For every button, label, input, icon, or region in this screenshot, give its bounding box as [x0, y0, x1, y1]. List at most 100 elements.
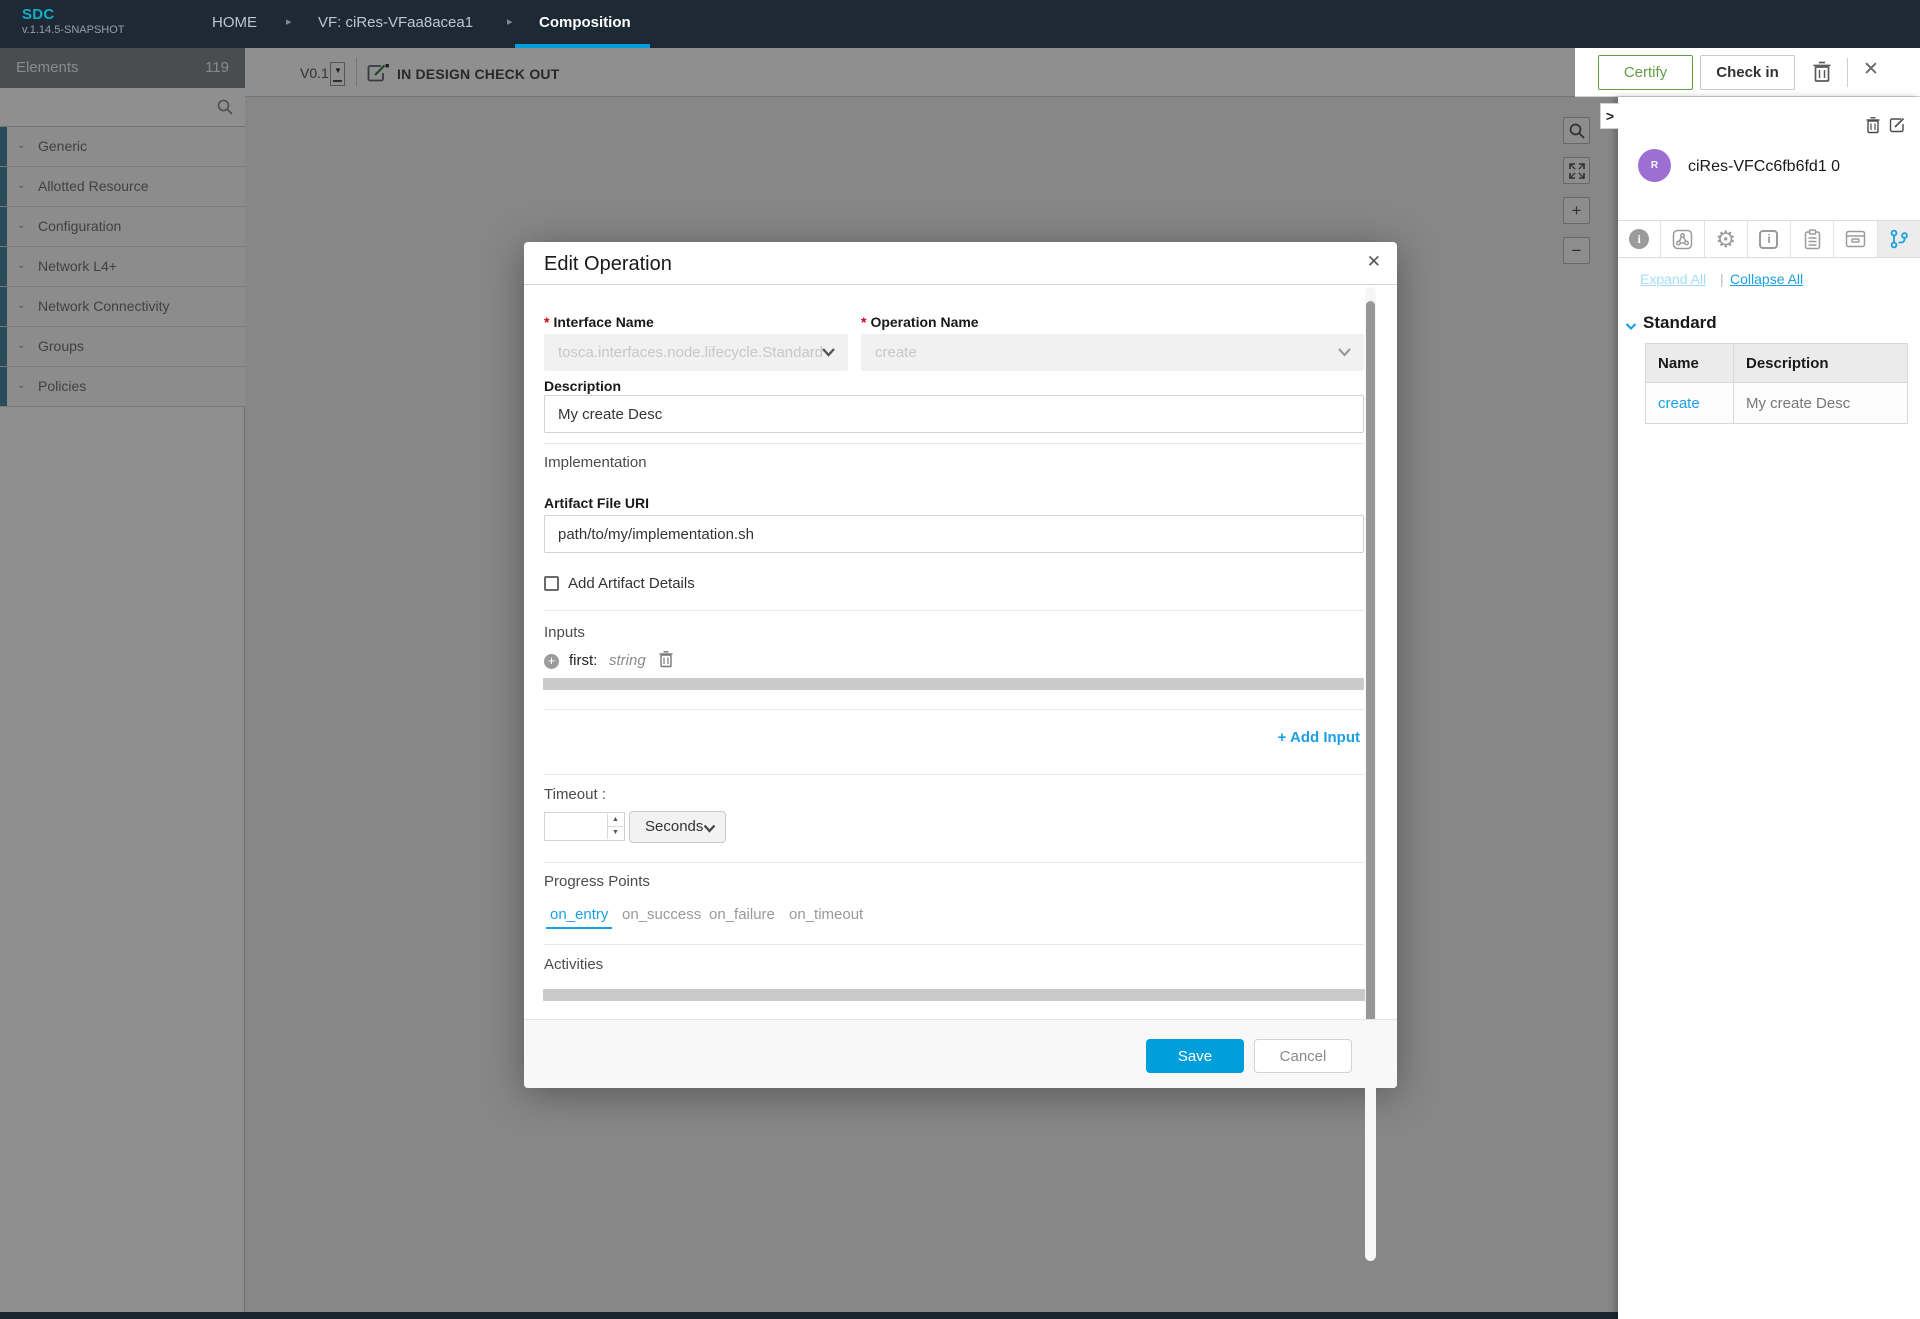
operations-table: Name Description create My create Desc	[1645, 343, 1908, 424]
tab-on-timeout[interactable]: on_timeout	[789, 906, 863, 923]
modal-scrollbar-thumb[interactable]	[1366, 301, 1375, 1026]
operation-name-link[interactable]: create	[1646, 383, 1734, 424]
operation-description: My create Desc	[1734, 383, 1908, 424]
trash-icon	[1812, 61, 1832, 83]
close-icon[interactable]: ✕	[1863, 58, 1879, 81]
sdc-version: v.1.14.5-SNAPSHOT	[22, 24, 125, 36]
clipboard-icon	[1804, 229, 1821, 250]
trash-icon	[1866, 117, 1880, 134]
delete-input-button[interactable]	[659, 651, 673, 668]
panel-collapse-button[interactable]: >	[1600, 103, 1619, 129]
chevron-down-icon	[821, 347, 836, 358]
interface-name-value: tosca.interfaces.node.lifecycle.Standard	[558, 344, 823, 361]
edit-icon	[1889, 117, 1905, 133]
boxed-info-icon: i	[1759, 230, 1778, 249]
input-param-name: first:	[569, 652, 597, 669]
archive-icon	[1845, 230, 1866, 248]
description-label: Description	[544, 378, 621, 394]
edit-operation-modal: Edit Operation ✕ *Interface Name tosca.i…	[524, 242, 1397, 1088]
tab-on-failure[interactable]: on_failure	[709, 906, 775, 923]
modal-scrollbar-track[interactable]	[1365, 287, 1376, 1261]
add-artifact-details-label: Add Artifact Details	[568, 575, 695, 592]
toolbar-divider	[1847, 58, 1848, 87]
section-divider	[544, 944, 1364, 945]
tab-information-artifacts[interactable]: i	[1748, 221, 1791, 257]
panel-tab-strip: i ⚙ i	[1618, 220, 1920, 258]
required-asterisk: *	[544, 314, 549, 330]
inputs-horizontal-scrollbar[interactable]	[543, 678, 1364, 690]
panel-edit-button[interactable]	[1889, 117, 1905, 133]
sdc-logo[interactable]: SDC	[22, 6, 55, 23]
timeout-value-input[interactable]: ▲▼	[544, 812, 625, 841]
section-divider	[544, 709, 1364, 710]
add-artifact-details-checkbox[interactable]	[544, 576, 559, 591]
progress-points-label: Progress Points	[544, 873, 650, 890]
tab-on-entry[interactable]: on_entry	[546, 906, 612, 929]
timeout-label: Timeout :	[544, 786, 606, 803]
timeout-unit-value: Seconds	[645, 818, 703, 835]
cancel-button[interactable]: Cancel	[1254, 1039, 1352, 1073]
tab-attributes[interactable]	[1834, 221, 1877, 257]
git-fork-icon	[1889, 229, 1909, 249]
inputs-section-label: Inputs	[544, 624, 585, 641]
spinner-up-icon[interactable]: ▲	[608, 814, 623, 827]
checkin-button[interactable]: Check in	[1700, 55, 1795, 90]
modal-footer: Save Cancel	[524, 1019, 1397, 1088]
interface-name-label: *Interface Name	[544, 314, 654, 330]
plus-icon: +	[1278, 729, 1287, 746]
breadcrumb-vf[interactable]: VF: ciRes-VFaa8acea1	[318, 14, 473, 31]
tab-deployment-artifacts[interactable]	[1661, 221, 1704, 257]
column-header-description: Description	[1734, 344, 1908, 383]
breadcrumb-arrow-icon: ▸	[507, 15, 513, 28]
modal-header: Edit Operation ✕	[524, 242, 1397, 285]
number-spinner[interactable]: ▲▼	[607, 814, 623, 839]
activities-horizontal-scrollbar[interactable]	[543, 989, 1372, 1001]
input-param-type: string	[609, 652, 646, 669]
chevron-down-icon	[1337, 347, 1352, 358]
breadcrumb-composition[interactable]: Composition	[539, 14, 631, 31]
add-input-link[interactable]: + Add Input	[1278, 729, 1360, 746]
section-divider	[544, 610, 1364, 611]
tab-general-info[interactable]: i	[1618, 221, 1661, 257]
delete-component-button[interactable]	[1812, 61, 1832, 83]
operation-name-value: create	[875, 344, 917, 361]
tab-on-success[interactable]: on_success	[622, 906, 701, 923]
expand-input-icon[interactable]: +	[544, 654, 559, 669]
section-divider	[544, 862, 1364, 863]
table-row: create My create Desc	[1646, 383, 1908, 424]
section-chevron-down-icon[interactable]	[1624, 319, 1638, 333]
certify-button[interactable]: Certify	[1598, 55, 1693, 90]
breadcrumb-home[interactable]: HOME	[212, 14, 257, 31]
workspace-actions-bar: Certify Check in ✕	[1575, 48, 1920, 97]
artifact-uri-input[interactable]	[544, 515, 1364, 553]
interface-section-title[interactable]: Standard	[1643, 313, 1717, 333]
tab-operations[interactable]	[1878, 221, 1920, 257]
tab-requirements[interactable]	[1791, 221, 1834, 257]
required-asterisk: *	[861, 314, 866, 330]
gear-icon: ⚙	[1715, 229, 1736, 249]
save-button[interactable]: Save	[1146, 1039, 1244, 1073]
expand-all-link[interactable]: Expand All	[1640, 271, 1706, 287]
breadcrumb-arrow-icon: ▸	[286, 15, 292, 28]
links-separator: |	[1720, 271, 1724, 287]
section-divider	[544, 774, 1364, 775]
component-detail-panel: R ciRes-VFCc6fb6fd1 0 i ⚙ i Expand All |…	[1618, 97, 1920, 1319]
modal-title: Edit Operation	[544, 253, 672, 276]
tab-properties[interactable]: ⚙	[1705, 221, 1748, 257]
chevron-down-icon	[703, 824, 716, 833]
collapse-all-link[interactable]: Collapse All	[1730, 271, 1803, 287]
spinner-down-icon[interactable]: ▼	[608, 827, 623, 840]
operation-name-label: *Operation Name	[861, 314, 979, 330]
implementation-section-label: Implementation	[544, 454, 647, 471]
column-header-name: Name	[1646, 344, 1734, 383]
panel-delete-button[interactable]	[1866, 117, 1880, 134]
interface-name-select[interactable]: tosca.interfaces.node.lifecycle.Standard	[544, 334, 848, 371]
table-header-row: Name Description	[1646, 344, 1908, 383]
description-input[interactable]	[544, 395, 1364, 433]
operation-name-select[interactable]: create	[861, 334, 1364, 371]
section-divider	[544, 443, 1364, 444]
info-icon: i	[1629, 229, 1649, 249]
close-icon[interactable]: ✕	[1367, 252, 1381, 272]
top-header: SDC v.1.14.5-SNAPSHOT HOME ▸ VF: ciRes-V…	[0, 0, 1920, 48]
timeout-unit-select[interactable]: Seconds	[629, 811, 726, 843]
